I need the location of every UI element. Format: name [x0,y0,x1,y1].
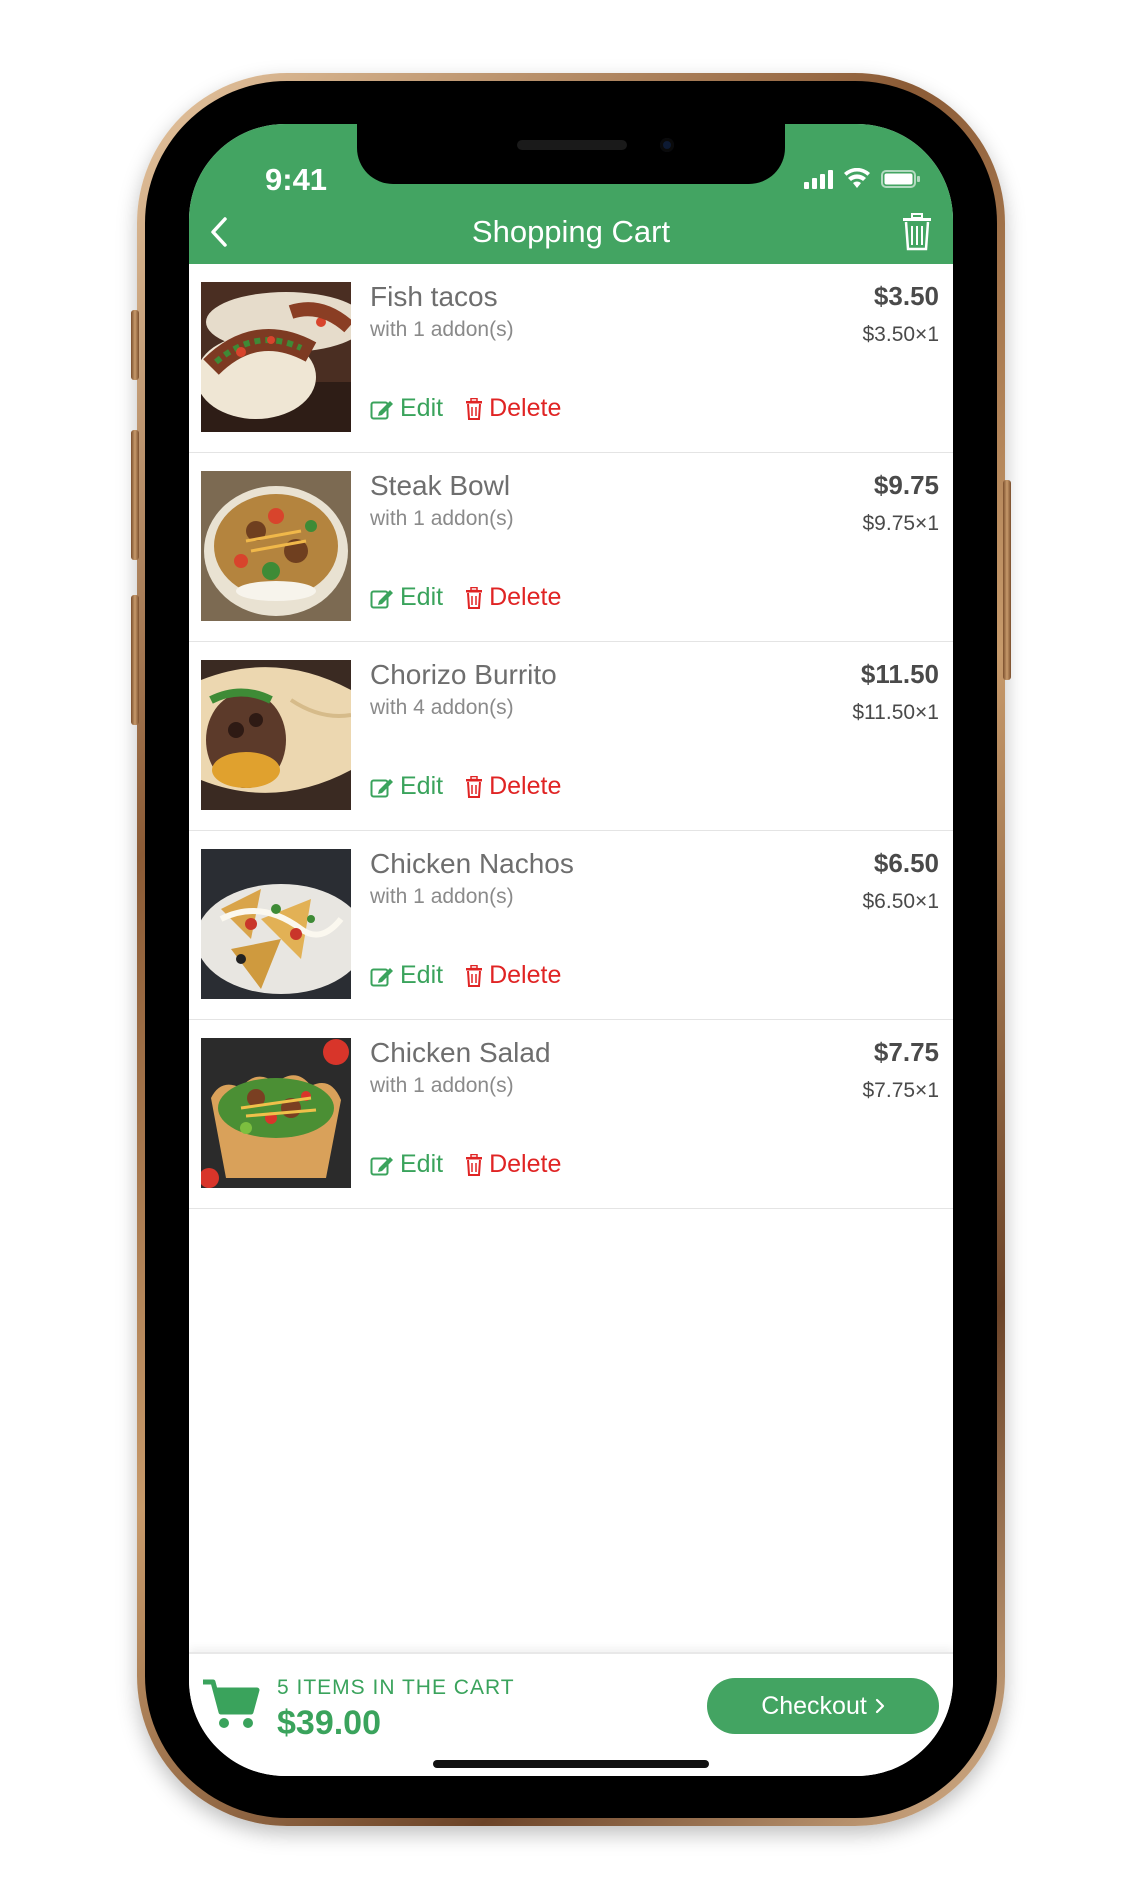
steak-bowl-photo [201,471,351,621]
food-image [201,849,351,999]
cart-list: Fish tacos with 1 addon(s) $3.50 $3.50×1… [189,264,953,1209]
silent-switch [131,310,139,380]
cellular-signal-icon [804,169,833,189]
food-image [201,282,351,432]
item-actions: Edit Delete [370,961,561,990]
item-addons: with 1 addon(s) [370,1074,514,1097]
item-unit-price: $11.50×1 [852,701,939,724]
edit-icon [370,589,393,608]
item-name: Steak Bowl [370,470,511,501]
checkout-bar: 5 ITEMS IN THE CART $39.00 Checkout [189,1652,953,1776]
chicken-salad-photo [201,1038,351,1188]
item-price: $6.50 [873,848,939,878]
item-actions: Edit Delete [370,394,561,423]
item-addons: with 1 addon(s) [370,507,514,530]
edit-button[interactable]: Edit [370,394,443,423]
app-screen: 9:41 Shopping Cart Fish tacos with 1 add… [189,124,953,1776]
chorizo-burrito-photo [201,660,351,810]
trash-icon [466,586,483,609]
delete-button[interactable]: Delete [465,961,561,990]
trash-icon [466,397,483,420]
cart-item: Chorizo Burrito with 4 addon(s) $11.50 $… [189,642,953,831]
item-actions: Edit Delete [370,583,561,612]
item-price: $9.75 [873,470,939,500]
navigation-bar: Shopping Cart [189,204,953,264]
item-actions: Edit Delete [370,1150,561,1179]
item-name: Chorizo Burrito [370,659,557,690]
item-unit-price: $3.50×1 [862,323,940,346]
edit-icon [370,1156,393,1175]
front-camera [660,138,674,152]
item-price: $7.75 [873,1037,939,1067]
edit-label: Edit [400,772,444,800]
status-time: 9:41 [265,162,328,197]
cart-item-count: 5 ITEMS IN THE CART [277,1676,515,1699]
item-unit-price: $9.75×1 [862,512,940,535]
delete-label: Delete [489,772,562,800]
edit-label: Edit [400,1150,444,1178]
item-price: $3.50 [873,281,939,311]
edit-label: Edit [400,394,444,422]
edit-icon [370,967,393,986]
checkout-label: Checkout [761,1691,867,1720]
wifi-icon [844,168,870,188]
clear-cart-button[interactable] [895,208,939,256]
delete-button[interactable]: Delete [465,394,561,423]
delete-label: Delete [489,961,562,989]
delete-label: Delete [489,583,562,611]
delete-button[interactable]: Delete [465,1150,561,1179]
item-name: Fish tacos [370,281,498,312]
edit-label: Edit [400,961,444,989]
food-image [201,660,351,810]
item-unit-price: $7.75×1 [862,1079,940,1102]
checkout-button[interactable]: Checkout [707,1678,939,1734]
battery-icon [881,170,920,188]
item-unit-price: $6.50×1 [862,890,940,913]
trash-icon [466,775,483,798]
item-price: $11.50 [860,659,939,689]
cart-item: Fish tacos with 1 addon(s) $3.50 $3.50×1… [189,264,953,453]
edit-button[interactable]: Edit [370,772,443,801]
app-header: 9:41 Shopping Cart [189,124,953,264]
shopping-cart-icon [203,1679,260,1728]
page-title: Shopping Cart [471,214,671,249]
chevron-right-icon [875,1698,884,1714]
cart-item: Chicken Salad with 1 addon(s) $7.75 $7.7… [189,1020,953,1209]
trash-icon [466,1153,483,1176]
edit-button[interactable]: Edit [370,583,443,612]
item-name: Chicken Nachos [370,848,574,879]
notch [357,124,785,184]
cart-item: Chicken Nachos with 1 addon(s) $6.50 $6.… [189,831,953,1020]
earpiece-speaker [517,140,627,150]
delete-label: Delete [489,394,562,422]
chicken-nachos-photo [201,849,351,999]
edit-button[interactable]: Edit [370,961,443,990]
delete-button[interactable]: Delete [465,583,561,612]
fish-tacos-photo [201,282,351,432]
item-actions: Edit Delete [370,772,561,801]
trash-icon [466,964,483,987]
home-indicator[interactable] [433,1760,709,1768]
item-addons: with 1 addon(s) [370,318,514,341]
cart-total: $39.00 [277,1704,381,1742]
edit-button[interactable]: Edit [370,1150,443,1179]
edit-label: Edit [400,583,444,611]
delete-label: Delete [489,1150,562,1178]
status-icons [804,168,921,190]
power-button [1003,480,1011,680]
edit-icon [370,400,393,419]
cart-item: Steak Bowl with 1 addon(s) $9.75 $9.75×1… [189,453,953,642]
item-addons: with 4 addon(s) [370,696,514,719]
volume-down-button [131,595,139,725]
volume-up-button [131,430,139,560]
food-image [201,1038,351,1188]
item-addons: with 1 addon(s) [370,885,514,908]
delete-button[interactable]: Delete [465,772,561,801]
item-name: Chicken Salad [370,1037,551,1068]
food-image [201,471,351,621]
trash-icon [903,213,931,251]
edit-icon [370,778,393,797]
